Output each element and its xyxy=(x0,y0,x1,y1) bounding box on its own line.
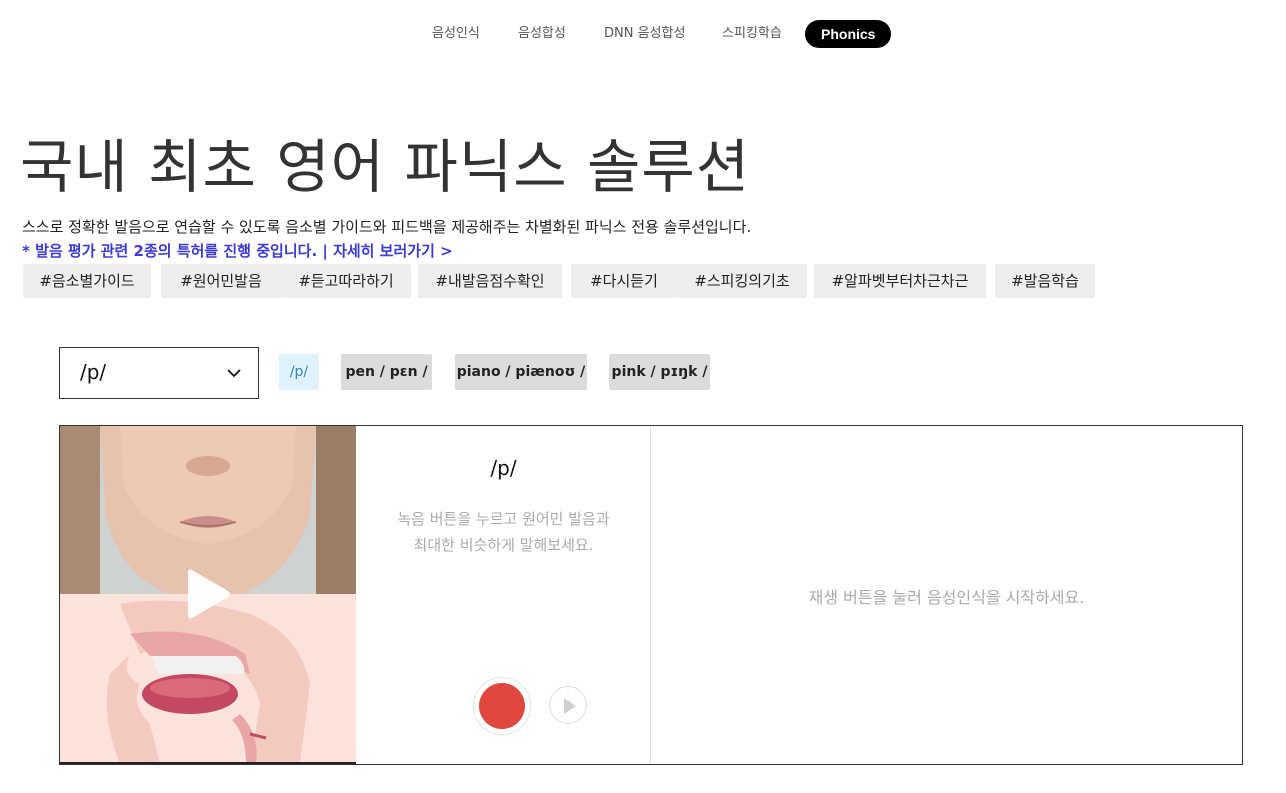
nav-item-speech-synthesis[interactable]: 음성합성 xyxy=(518,20,566,48)
patent-details-link[interactable]: 자세히 보러가기 > xyxy=(333,242,453,260)
result-message: 재생 버튼을 눌러 음성인식을 시작하세요. xyxy=(808,588,1085,607)
record-button[interactable] xyxy=(473,677,531,735)
tag-alphabet-step-by-step[interactable]: #알파벳부터차근차근 xyxy=(814,264,986,298)
phoneme-select-value: /p/ xyxy=(80,360,107,384)
practice-panel: /p/ 녹음 버튼을 누르고 원어민 발음과 최대한 비슷하게 말해보세요. 재… xyxy=(59,425,1243,765)
phoneme-select[interactable]: /p/ xyxy=(59,347,259,399)
patent-notice: * 발음 평가 관련 2종의 특허를 진행 중입니다. | 자세히 보러가기 > xyxy=(22,240,453,261)
tag-speaking-basics[interactable]: #스피킹의기초 xyxy=(677,264,807,298)
recording-instruction: 녹음 버튼을 누르고 원어민 발음과 최대한 비슷하게 말해보세요. xyxy=(397,510,610,554)
tag-native-pronunciation[interactable]: #원어민발음 xyxy=(161,264,281,298)
chip-word-piano[interactable]: piano / piænoʊ / xyxy=(455,354,587,390)
nav-item-dnn-speech-synthesis[interactable]: DNN 음성합성 xyxy=(604,20,685,48)
tag-listen-again[interactable]: #다시듣기 xyxy=(571,264,677,298)
pronunciation-video[interactable] xyxy=(60,426,356,764)
chip-phoneme-p[interactable]: /p/ xyxy=(279,354,319,390)
tag-listen-and-repeat[interactable]: #듣고따라하기 xyxy=(281,264,411,298)
chip-word-pink[interactable]: pink / pɪŋk / xyxy=(609,354,710,390)
tag-check-my-score[interactable]: #내발음점수확인 xyxy=(418,264,562,298)
page-description: 스스로 정확한 발음으로 연습할 수 있도록 음소별 가이드와 피드백을 제공해… xyxy=(22,218,752,236)
nav-item-speech-recognition[interactable]: 음성인식 xyxy=(432,20,480,48)
nav-item-phonics[interactable]: Phonics xyxy=(805,20,892,48)
current-phoneme: /p/ xyxy=(490,456,517,480)
chip-word-pen[interactable]: pen / pɛn / xyxy=(341,354,432,390)
nav-item-speaking-learning[interactable]: 스피킹학습 xyxy=(722,20,782,48)
top-nav: 음성인식 음성합성 DNN 음성합성 스피킹학습 Phonics xyxy=(0,20,1286,48)
replay-button[interactable] xyxy=(549,686,587,724)
video-progress-track xyxy=(60,762,356,764)
play-icon[interactable] xyxy=(184,566,232,622)
replay-icon xyxy=(564,698,576,714)
patent-text: * 발음 평가 관련 2종의 특허를 진행 중입니다. | xyxy=(22,242,334,260)
record-icon xyxy=(479,683,525,729)
tag-phoneme-guide[interactable]: #음소별가이드 xyxy=(23,264,151,298)
result-area: 재생 버튼을 눌러 음성인식을 시작하세요. xyxy=(651,426,1242,764)
page-title: 국내 최초 영어 파닉스 솔루션 xyxy=(20,133,751,201)
chevron-down-icon xyxy=(227,369,241,378)
tag-pronunciation-learning[interactable]: #발음학습 xyxy=(995,264,1095,298)
recording-area: /p/ 녹음 버튼을 누르고 원어민 발음과 최대한 비슷하게 말해보세요. xyxy=(356,426,651,764)
